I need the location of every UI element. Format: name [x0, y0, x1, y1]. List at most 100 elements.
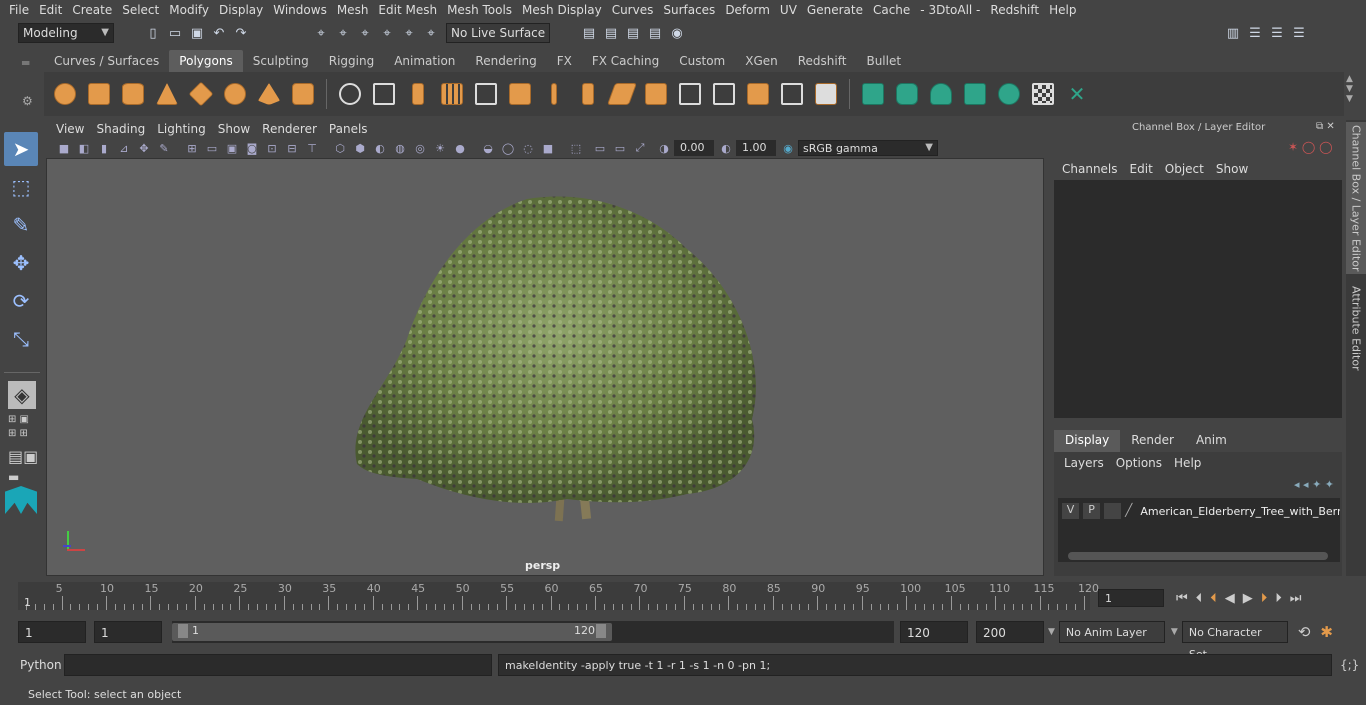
textured-icon[interactable]: ◍ — [392, 140, 408, 156]
menu-windows[interactable]: Windows — [268, 3, 332, 17]
menu-edit-mesh[interactable]: Edit Mesh — [373, 3, 442, 17]
current-frame-field[interactable]: 1 — [1098, 589, 1164, 607]
paint-select-icon[interactable]: ✎ — [4, 208, 38, 242]
grid-icon[interactable]: ⊞ — [184, 140, 200, 156]
render-settings-icon[interactable]: ▤ — [646, 24, 664, 42]
2d-pan-icon[interactable]: ✥ — [136, 140, 152, 156]
shelf-menu-icon[interactable]: ═ — [22, 56, 34, 70]
menu-generate[interactable]: Generate — [802, 3, 868, 17]
snap-live-icon[interactable]: ⌖ — [422, 24, 440, 42]
uv-checker-icon[interactable] — [1029, 79, 1057, 109]
select-camera-icon[interactable]: ⬚ — [568, 140, 584, 156]
exposure-icon[interactable]: ◑ — [656, 140, 672, 156]
range-slider-handle[interactable] — [172, 623, 612, 641]
booleans-icon[interactable] — [472, 79, 500, 109]
ipr-icon[interactable]: ▤ — [624, 24, 642, 42]
undo-icon[interactable]: ↶ — [210, 24, 228, 42]
ambient-occlusion-icon[interactable]: ● — [452, 140, 468, 156]
anim-prefs-icon[interactable]: ✱ — [1320, 623, 1333, 641]
combine-icon[interactable] — [336, 79, 364, 109]
fill-hole-icon[interactable] — [812, 79, 840, 109]
poly-plane-icon[interactable] — [187, 79, 215, 109]
layer-menu-help[interactable]: Help — [1168, 456, 1207, 470]
gamma-field[interactable]: 1.00 — [736, 140, 776, 156]
layer-color-icon[interactable]: ╱ — [1125, 503, 1138, 519]
select-tool-icon[interactable]: ➤ — [4, 132, 38, 166]
channel-box-options-icon[interactable]: ✶ ◯ ◯ — [1288, 140, 1333, 154]
menu-mesh-tools[interactable]: Mesh Tools — [442, 3, 517, 17]
uv-planar-icon[interactable] — [859, 79, 887, 109]
range-slider-end-grip[interactable] — [596, 624, 606, 638]
layer-menu-options[interactable]: Options — [1110, 456, 1168, 470]
menu-edit[interactable]: Edit — [34, 3, 67, 17]
bookmark-icon[interactable]: ▮ — [96, 140, 112, 156]
isolate-select-icon[interactable]: ◒ — [480, 140, 496, 156]
shelf-settings-icon[interactable]: ⚙ — [22, 94, 34, 108]
safe-title-icon[interactable]: ⊤ — [304, 140, 320, 156]
layout-presets[interactable]: ⊞ ▣ ⊞ ⊞ — [0, 413, 44, 441]
viewport-menu-renderer[interactable]: Renderer — [256, 122, 323, 136]
tab-rigging[interactable]: Rigging — [319, 50, 384, 72]
poly-sphere-icon[interactable] — [51, 79, 79, 109]
smooth-shade-icon[interactable]: ⬢ — [352, 140, 368, 156]
poly-cylinder-icon[interactable] — [119, 79, 147, 109]
exposure-field[interactable]: 0.00 — [674, 140, 714, 156]
script-editor-icon[interactable]: {;} — [1340, 658, 1359, 672]
snap-point-icon[interactable]: ⌖ — [356, 24, 374, 42]
channel-menu-channels[interactable]: Channels — [1056, 162, 1124, 176]
poly-cone-icon[interactable] — [153, 79, 181, 109]
uv-unfold-icon[interactable] — [995, 79, 1023, 109]
menu-help[interactable]: Help — [1044, 3, 1081, 17]
snap-surface-icon[interactable]: ⌖ — [400, 24, 418, 42]
move-tool-icon[interactable]: ✥ — [4, 246, 38, 280]
menu-mesh[interactable]: Mesh — [332, 3, 374, 17]
extrude-icon[interactable] — [506, 79, 534, 109]
menu-deform[interactable]: Deform — [720, 3, 775, 17]
colorspace-dropdown[interactable]: sRGB gamma ▼ — [798, 140, 938, 156]
field-chart-icon[interactable]: ⊡ — [264, 140, 280, 156]
bevel-icon[interactable] — [574, 79, 602, 109]
redo-icon[interactable]: ↷ — [232, 24, 250, 42]
anim-layer-field[interactable]: No Anim Layer — [1058, 621, 1165, 643]
attribute-toggle-icon[interactable]: ☰ — [1268, 24, 1286, 42]
layer-actions[interactable]: ◂ ◂ ✦ ✦ — [1294, 478, 1334, 491]
layer-row[interactable]: V P ╱ American_Elderberry_Tree_with_Berr… — [1058, 501, 1340, 521]
snap-curve-icon[interactable]: ⌖ — [334, 24, 352, 42]
single-pane-icon[interactable]: ◈ — [8, 381, 36, 409]
tab-polygons[interactable]: Polygons — [169, 50, 243, 72]
safe-action-icon[interactable]: ⊟ — [284, 140, 300, 156]
outliner-layout-icon[interactable]: ▤▣ — [0, 447, 44, 466]
tab-xgen[interactable]: XGen — [735, 50, 788, 72]
stereo-icon[interactable]: ▭ — [612, 140, 628, 156]
tree-model[interactable] — [47, 159, 1044, 576]
workspace-icon[interactable]: ▥ — [1224, 24, 1242, 42]
anim-layer-arrow-icon[interactable]: ▼ — [1048, 627, 1055, 637]
gamma-icon[interactable]: ◐ — [718, 140, 734, 156]
camera-select-icon[interactable]: ■ — [56, 140, 72, 156]
menu-modify[interactable]: Modify — [164, 3, 214, 17]
poly-torus-icon[interactable] — [221, 79, 249, 109]
color-management-icon[interactable]: ◉ — [780, 140, 796, 156]
render-frame-icon[interactable]: ▤ — [580, 24, 598, 42]
uv-spherical-icon[interactable] — [927, 79, 955, 109]
snap-grid-icon[interactable]: ⌖ — [312, 24, 330, 42]
hud-icon[interactable]: ▭ — [592, 140, 608, 156]
tab-animation[interactable]: Animation — [384, 50, 465, 72]
play-back-icon[interactable]: ◀ — [1225, 591, 1235, 606]
poly-cube-icon[interactable] — [85, 79, 113, 109]
tab-channel-box[interactable]: Channel Box / Layer Editor — [1346, 122, 1366, 274]
menu-cache[interactable]: Cache — [868, 3, 915, 17]
target-weld-icon[interactable] — [778, 79, 806, 109]
auto-key-icon[interactable]: ⟲ — [1298, 623, 1311, 641]
tab-curves-surfaces[interactable]: Curves / Surfaces — [44, 50, 169, 72]
anim-start-field[interactable]: 1 — [18, 621, 86, 643]
menu-display[interactable]: Display — [214, 3, 268, 17]
char-set-arrow-icon[interactable]: ▼ — [1171, 627, 1178, 637]
shadows-icon[interactable]: ☀ — [432, 140, 448, 156]
play-forward-icon[interactable]: ▶ — [1243, 591, 1253, 606]
offset-edge-icon[interactable] — [744, 79, 772, 109]
menu-create[interactable]: Create — [67, 3, 117, 17]
viewport-menu-view[interactable]: View — [50, 122, 90, 136]
tool-settings-toggle-icon[interactable]: ☰ — [1290, 24, 1308, 42]
playback-end-field[interactable]: 120 — [900, 621, 968, 643]
